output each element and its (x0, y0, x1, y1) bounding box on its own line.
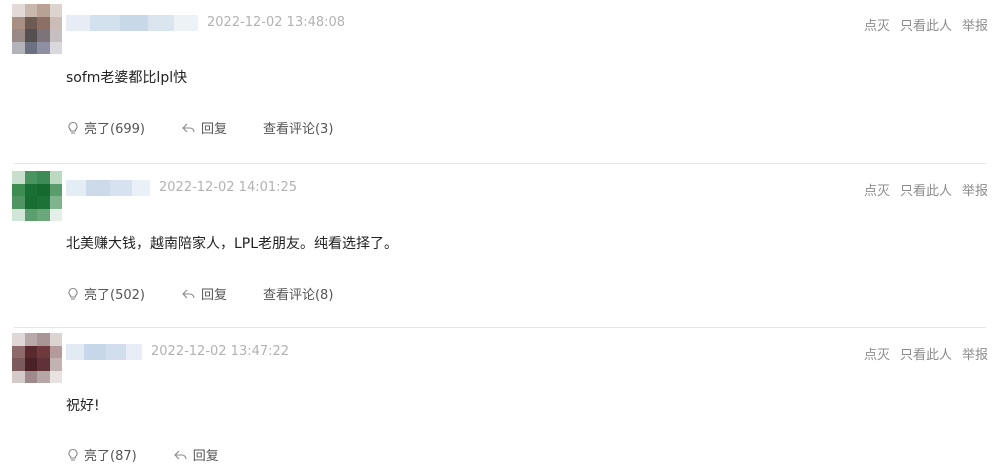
report-button[interactable]: 举报 (962, 15, 988, 34)
comment-top-actions: 点灭 只看此人 举报 (864, 344, 988, 363)
report-button[interactable]: 举报 (962, 344, 988, 363)
like-button[interactable]: 亮了(502) (66, 284, 145, 303)
view-comments-link[interactable]: 查看评论(8) (263, 284, 333, 303)
view-comments-link[interactable]: 查看评论(3) (263, 118, 333, 137)
like-count-label: 亮了(699) (84, 122, 145, 137)
only-this-user-button[interactable]: 只看此人 (900, 180, 952, 199)
reply-label: 回复 (200, 288, 227, 303)
comment-bottom-actions: 亮了(87) 回复 (66, 445, 219, 464)
comment-text: 祝好! (66, 398, 100, 414)
downvote-button[interactable]: 点灭 (864, 15, 890, 34)
reply-label: 回复 (192, 449, 219, 464)
comment-timestamp: 2022-12-02 14:01:25 (159, 180, 298, 195)
lightbulb-icon (66, 448, 80, 462)
comment-item: 2022-12-02 13:47:22 点灭 只看此人 举报 祝好! 亮了(87… (0, 327, 1000, 464)
downvote-button[interactable]: 点灭 (864, 344, 890, 363)
like-count-label: 亮了(502) (84, 288, 145, 303)
only-this-user-button[interactable]: 只看此人 (900, 15, 952, 34)
avatar[interactable] (12, 171, 62, 221)
reply-icon (181, 287, 197, 301)
username-blurred[interactable] (66, 15, 198, 31)
username-blurred[interactable] (66, 180, 150, 196)
only-this-user-button[interactable]: 只看此人 (900, 344, 952, 363)
comment-top-actions: 点灭 只看此人 举报 (864, 15, 988, 34)
comment-top-actions: 点灭 只看此人 举报 (864, 180, 988, 199)
reply-button[interactable]: 回复 (181, 118, 227, 137)
report-button[interactable]: 举报 (962, 180, 988, 199)
like-button[interactable]: 亮了(87) (66, 445, 137, 464)
like-count-label: 亮了(87) (84, 449, 137, 464)
comment-timestamp: 2022-12-02 13:47:22 (151, 344, 290, 359)
username-blurred[interactable] (66, 344, 142, 360)
reply-icon (181, 121, 197, 135)
comment-bottom-actions: 亮了(699) 回复 查看评论(3) (66, 118, 333, 137)
avatar[interactable] (12, 333, 62, 383)
reply-label: 回复 (200, 122, 227, 137)
avatar[interactable] (12, 4, 62, 54)
reply-button[interactable]: 回复 (181, 284, 227, 303)
comment-text: 北美赚大钱，越南陪家人，LPL老朋友。纯看选择了。 (66, 236, 399, 252)
downvote-button[interactable]: 点灭 (864, 180, 890, 199)
comment-item: 2022-12-02 13:48:08 点灭 只看此人 举报 sofm老婆都比l… (0, 0, 1000, 163)
comment-item: 2022-12-02 14:01:25 点灭 只看此人 举报 北美赚大钱，越南陪… (0, 163, 1000, 327)
comment-text: sofm老婆都比lpl快 (66, 70, 188, 86)
reply-button[interactable]: 回复 (173, 445, 219, 464)
comment-timestamp: 2022-12-02 13:48:08 (207, 15, 346, 30)
reply-icon (173, 448, 189, 462)
lightbulb-icon (66, 121, 80, 135)
like-button[interactable]: 亮了(699) (66, 118, 145, 137)
lightbulb-icon (66, 287, 80, 301)
comment-bottom-actions: 亮了(502) 回复 查看评论(8) (66, 284, 333, 303)
